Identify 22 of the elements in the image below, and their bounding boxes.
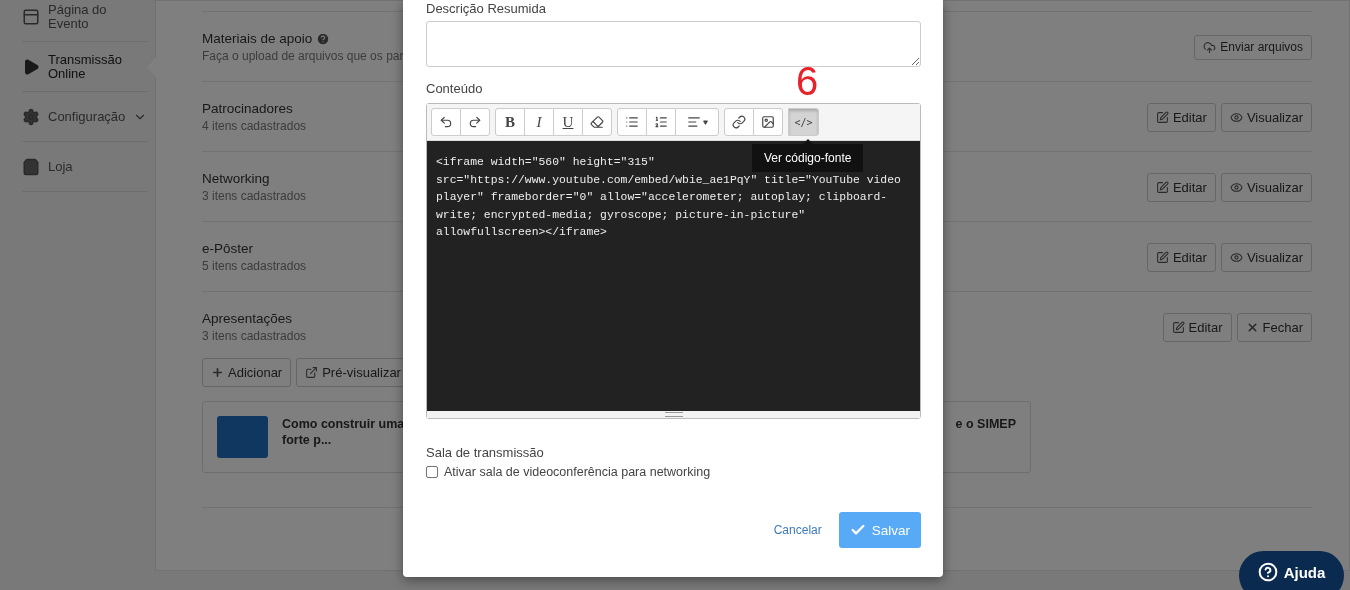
field-label: Sala de transmissão	[426, 445, 545, 460]
code-line: src="https://www.youtube.com/embed/wbie_ae1PqY" title="YouTube video	[436, 172, 901, 188]
tooltip: Ver código-fonte	[752, 144, 864, 172]
card-title: e o SIMEP	[955, 417, 1016, 431]
code-line: write; encrypted-media; gyroscope; picture-in-picture"	[436, 207, 806, 223]
section-subtitle: Faça o upload de arquivos que os par	[202, 49, 404, 63]
field-label: Conteúdo	[426, 81, 483, 97]
code-line: allowfullscreen></iframe>	[436, 225, 607, 240]
field-label: Descrição Resumida	[426, 1, 547, 17]
section-title: Networking	[202, 171, 270, 186]
code-line: player" frameborder="0" allow="accelerometer; autoplay; clipboard-	[436, 190, 888, 205]
section-subtitle: 3 itens cadastrados	[202, 189, 307, 203]
section-title: e-Pôster	[202, 241, 254, 256]
section-subtitle: 4 itens cadastrados	[202, 119, 307, 133]
section-subtitle: 3 itens cadastrados	[202, 329, 307, 343]
card-title: Como construir uma forte p...	[282, 416, 406, 448]
annotation-number: 6	[796, 61, 819, 101]
section-subtitle: 5 itens cadastrados	[202, 259, 307, 273]
section-title: Patrocinadores	[202, 101, 293, 116]
section-title: Apresentações	[202, 311, 293, 326]
section-title: Materiais de apoio	[202, 31, 313, 46]
code-line: <iframe width="560" height="315"	[436, 155, 655, 170]
